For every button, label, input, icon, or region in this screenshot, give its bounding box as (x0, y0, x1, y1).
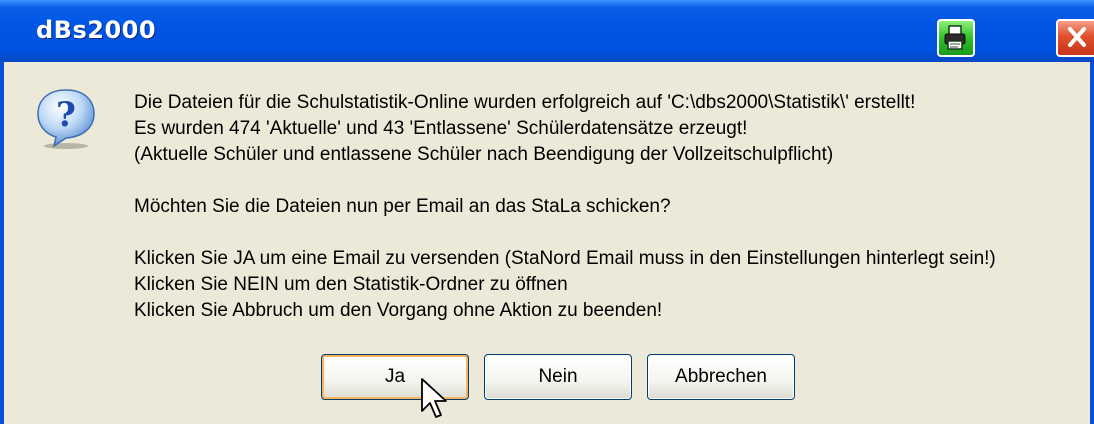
title-bar[interactable]: dBs2000 (0, 0, 1094, 62)
printer-glyph (944, 25, 966, 50)
message-line: Klicken Sie NEIN um den Statistik-Ordner… (134, 274, 568, 295)
message-line: Es wurden 474 'Aktuelle' und 43 'Entlass… (134, 118, 748, 139)
mouse-cursor-icon (421, 378, 447, 418)
svg-text:?: ? (56, 95, 76, 135)
close-button[interactable] (1056, 19, 1094, 57)
message-line: Möchten Sie die Dateien nun per Email an… (134, 196, 671, 217)
message-line: Klicken Sie JA um eine Email zu versende… (134, 248, 996, 269)
dialog-window: dBs2000 ? Die Dateien für die Schulstati… (0, 0, 1094, 424)
question-icon: ? (34, 86, 98, 150)
cancel-button[interactable]: Abbrechen (647, 354, 795, 400)
message-line: (Aktuelle Schüler und entlassene Schüler… (134, 144, 834, 165)
message-text: Die Dateien für die Schulstatistik-Onlin… (134, 90, 1084, 324)
message-line: Klicken Sie Abbruch um den Vorgang ohne … (134, 300, 663, 321)
message-line: Die Dateien für die Schulstatistik-Onlin… (134, 92, 916, 113)
no-button-label: Nein (538, 366, 578, 387)
window-title: dBs2000 (36, 16, 157, 44)
window-frame-left (0, 62, 4, 424)
window-frame-right (1090, 62, 1094, 424)
close-icon (1068, 27, 1086, 47)
cancel-button-label: Abbrechen (675, 366, 767, 387)
no-button[interactable]: Nein (484, 354, 632, 400)
yes-button-label: Ja (384, 366, 406, 387)
printer-icon[interactable] (937, 19, 975, 57)
